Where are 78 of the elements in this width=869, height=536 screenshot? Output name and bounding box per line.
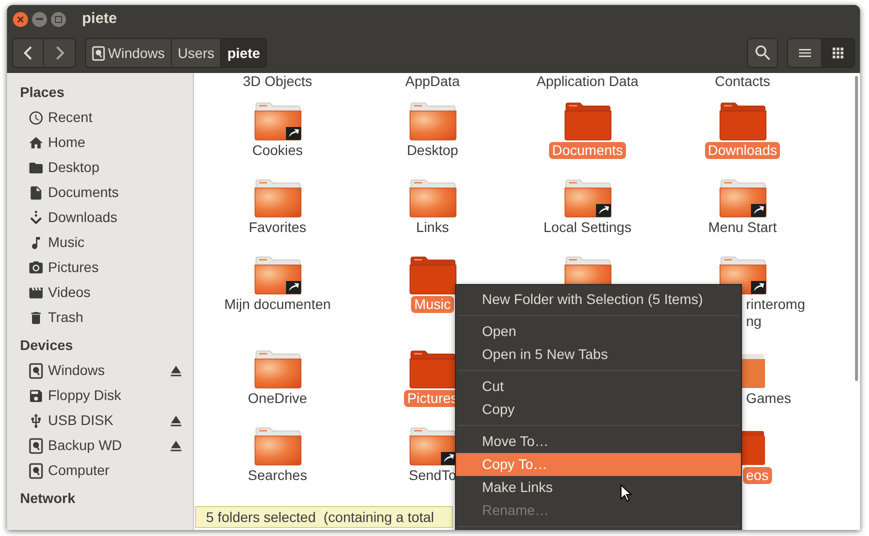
search-icon: [752, 43, 772, 63]
path-button[interactable]: piete: [220, 39, 266, 67]
maximize-button[interactable]: [51, 12, 66, 26]
drive-icon: [29, 462, 43, 478]
folder-label[interactable]: Application Data: [534, 73, 642, 90]
drive-icon: [92, 46, 105, 60]
folder-label[interactable]: Searches: [244, 467, 310, 484]
film-icon: [28, 284, 44, 300]
menu-item[interactable]: Move To…: [456, 430, 741, 453]
sidebar-item[interactable]: Pictures: [7, 255, 193, 280]
sidebar-item[interactable]: Trash: [7, 305, 193, 330]
sidebar-heading: Network: [19, 489, 76, 508]
drive-icon: [29, 362, 43, 378]
sidebar-item[interactable]: Computer: [7, 458, 193, 483]
folder-shortcut-icon: [718, 178, 766, 218]
sidebar-heading: Devices: [19, 336, 74, 355]
maximize-icon: [55, 16, 62, 22]
folder-label[interactable]: Local Settings: [540, 219, 634, 236]
folder-shortcut-icon: [254, 255, 302, 295]
minimize-button[interactable]: [32, 12, 47, 26]
folder-icon: [408, 101, 456, 141]
folder-shortcut-icon: [564, 178, 612, 218]
folder-icon: [408, 255, 456, 295]
folder-label[interactable]: Contacts: [712, 73, 774, 90]
folder-label[interactable]: 3D Objects: [240, 73, 316, 90]
sidebar-item[interactable]: Desktop: [7, 155, 193, 180]
folder-icon: [254, 426, 302, 466]
folder-label[interactable]: Links: [413, 219, 452, 236]
folder-icon: [28, 160, 44, 176]
grid-icon: [830, 45, 846, 61]
sidebar-item[interactable]: Videos: [7, 280, 193, 305]
folder-label[interactable]: AppData: [402, 73, 463, 90]
minimize-icon: [36, 18, 43, 20]
folder-label[interactable]: Menu Start: [705, 219, 780, 236]
sidebar-heading: Places: [19, 83, 66, 102]
folder-shortcut-icon: [254, 101, 302, 141]
search-button[interactable]: [747, 38, 778, 68]
back-icon: [24, 46, 32, 60]
folder-icon: [718, 101, 766, 141]
sidebar-item[interactable]: Documents: [7, 180, 193, 205]
sidebar-item[interactable]: Recent: [7, 105, 193, 130]
sidebar-item[interactable]: USB DISK: [7, 408, 193, 433]
folder-label[interactable]: rinteromg ng: [743, 296, 808, 330]
folder-label[interactable]: OneDrive: [244, 390, 310, 407]
mouse-cursor-icon: [620, 484, 632, 502]
sidebar-item[interactable]: Backup WD: [7, 433, 193, 458]
grid-view-button[interactable]: [821, 39, 854, 67]
sidebar-item[interactable]: Music: [7, 230, 193, 255]
camera-icon: [28, 260, 44, 276]
home-icon: [28, 134, 44, 150]
sidebar-item[interactable]: Downloads: [7, 205, 193, 230]
sidebar-item[interactable]: Home: [7, 130, 193, 155]
menu-item[interactable]: Open in 5 New Tabs: [456, 343, 741, 366]
folder-label[interactable]: Mijn documenten: [221, 296, 334, 313]
window-title: piete: [82, 8, 118, 29]
document-icon: [28, 184, 44, 200]
menu-item[interactable]: Open: [456, 320, 741, 343]
folder-icon: [408, 178, 456, 218]
menu-item[interactable]: New Folder with Selection (5 Items): [456, 288, 741, 311]
path-button[interactable]: Windows: [86, 39, 171, 67]
sidebar-item[interactable]: Floppy Disk: [7, 383, 193, 408]
folder-label[interactable]: Favorites: [246, 219, 310, 236]
close-icon: [17, 16, 24, 22]
download-icon: [28, 210, 44, 226]
drive-icon: [29, 438, 43, 454]
scrollbar[interactable]: [855, 76, 858, 381]
folder-label[interactable]: Games: [743, 390, 794, 407]
forward-icon: [56, 46, 64, 60]
folder-icon: [408, 349, 456, 389]
folder-icon: [254, 349, 302, 389]
close-button[interactable]: [13, 12, 28, 26]
folder-label[interactable]: Cookies: [249, 142, 306, 159]
folder-icon: [254, 178, 302, 218]
folder-label[interactable]: Desktop: [404, 142, 462, 159]
sidebar-item[interactable]: Windows: [7, 358, 193, 383]
clock-icon: [28, 110, 44, 126]
status-bar: 5 folders selected (containing a total: [195, 506, 453, 528]
folder-icon: [564, 101, 612, 141]
